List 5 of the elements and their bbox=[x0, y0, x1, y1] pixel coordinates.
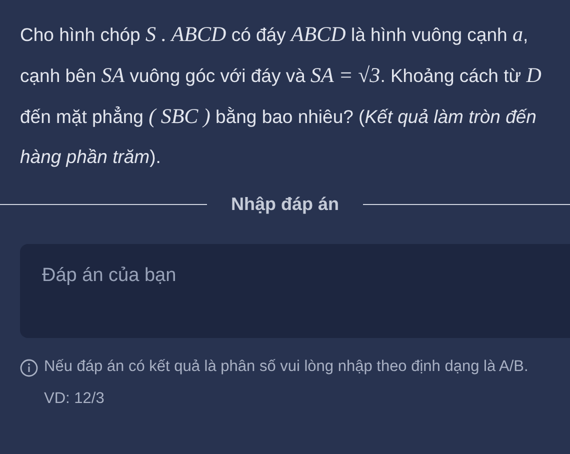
section-title: Nhập đáp án bbox=[231, 193, 340, 216]
question-text: Cho hình chóp S . ABCD có đáy ABCD là hình vuông cạnh a, cạnh bên SA vuông góc với đáy và SA = √3. Khoảng cách từ D đến mặt phẳng ( SBC ) bằng bao nhiêu? (Kết quả làm tròn đến hàng phần trăm). bbox=[20, 21, 542, 169]
answer-field[interactable]: Đáp án của bạn bbox=[20, 244, 570, 338]
info-icon bbox=[20, 359, 38, 377]
hint-text: Nếu đáp án có kết quả là phân số vui lòng nhập theo định dạng là A/B. VD: 12/3 bbox=[44, 357, 530, 409]
